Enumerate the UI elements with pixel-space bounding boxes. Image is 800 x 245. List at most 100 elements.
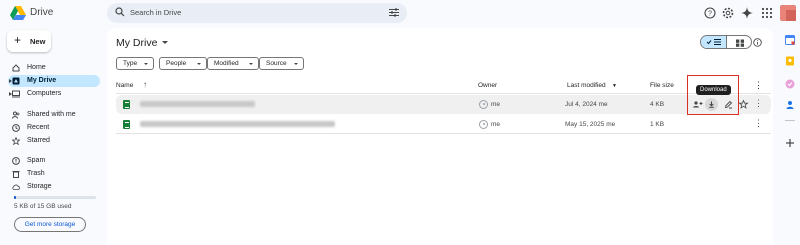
- chevron-down-icon: [197, 63, 201, 65]
- calendar-icon[interactable]: [785, 35, 795, 45]
- filter-chip-label: Type: [123, 60, 138, 67]
- owner-cell: me: [491, 101, 501, 108]
- sort-ascending-icon[interactable]: ↑: [143, 80, 147, 89]
- sidebar-item-trash[interactable]: Trash: [8, 168, 100, 180]
- filter-chip-source[interactable]: Source: [259, 57, 304, 70]
- plus-icon: +: [14, 33, 22, 47]
- tasks-icon[interactable]: [785, 79, 795, 89]
- my-drive-icon: [12, 77, 20, 85]
- owner-cell: me: [491, 121, 501, 128]
- column-header-last-modified[interactable]: Last modified: [567, 82, 606, 89]
- sidebar-item-computers[interactable]: Computers: [8, 88, 100, 100]
- chevron-down-icon: [249, 63, 253, 65]
- app-title[interactable]: Drive: [30, 7, 53, 18]
- file-size-cell: 1 KB: [650, 121, 665, 128]
- keep-icon[interactable]: [785, 56, 795, 66]
- sidebar-item-label: Spam: [27, 157, 46, 164]
- last-modified-cell: Jul 4, 2024 me: [565, 101, 608, 108]
- sheets-file-icon: [123, 100, 130, 109]
- computer-icon: [12, 90, 20, 98]
- sidebar-item-shared-with-me[interactable]: Shared with me: [8, 109, 100, 121]
- column-header-name[interactable]: Name: [116, 82, 133, 89]
- table-row[interactable]: me Jul 4, 2024 me 4 KB ⋮: [116, 95, 771, 114]
- contacts-icon[interactable]: [785, 100, 795, 110]
- svg-text:?: ?: [708, 11, 712, 18]
- settings-icon[interactable]: [722, 7, 734, 19]
- sidebar-item-label: Trash: [27, 170, 45, 177]
- filter-chip-type[interactable]: Type: [116, 57, 154, 70]
- column-header-owner[interactable]: Owner: [478, 82, 497, 89]
- apps-grid-icon[interactable]: [761, 7, 773, 19]
- search-options-icon[interactable]: [389, 8, 399, 17]
- star-icon: [12, 137, 20, 145]
- title-dropdown-icon[interactable]: [162, 41, 168, 44]
- more-actions-icon[interactable]: ⋮: [754, 119, 763, 128]
- sidebar-item-starred[interactable]: Starred: [8, 135, 100, 147]
- storage-usage-fill: [14, 196, 16, 199]
- list-view-button[interactable]: [701, 36, 727, 48]
- storage-usage-text: 5 KB of 15 GB used: [14, 203, 72, 210]
- get-more-storage-button[interactable]: Get more storage: [14, 217, 86, 232]
- sidebar-item-my-drive[interactable]: My Drive: [8, 75, 100, 87]
- side-panel-rail: [780, 28, 800, 245]
- sidebar-item-label: Shared with me: [27, 111, 76, 118]
- annotation-highlight-box: [687, 75, 739, 115]
- last-modified-cell: May 15, 2025 me: [565, 121, 616, 128]
- sidebar-item-recent[interactable]: Recent: [8, 122, 100, 134]
- help-icon[interactable]: ?: [704, 7, 716, 19]
- file-name-redacted[interactable]: [140, 121, 335, 127]
- filter-chip-people[interactable]: People: [159, 57, 207, 70]
- divider: [116, 93, 771, 94]
- clock-icon: [12, 124, 20, 132]
- sidebar-item-label: Computers: [27, 90, 62, 97]
- file-size-cell: 4 KB: [650, 101, 665, 108]
- avatar: [479, 120, 488, 129]
- avatar: [479, 100, 488, 109]
- divider: [785, 120, 795, 121]
- search-bar[interactable]: Search in Drive: [107, 3, 407, 23]
- file-name-redacted[interactable]: [140, 101, 255, 107]
- add-addon-icon[interactable]: [785, 138, 795, 148]
- view-toggle: [700, 35, 752, 49]
- star-icon[interactable]: [738, 99, 749, 110]
- cloud-icon: [12, 184, 20, 190]
- account-avatar[interactable]: [780, 5, 796, 21]
- search-input[interactable]: Search in Drive: [130, 8, 181, 17]
- more-actions-icon[interactable]: ⋮: [754, 99, 763, 108]
- grid-view-icon: [736, 39, 744, 47]
- search-icon[interactable]: [115, 7, 125, 17]
- sidebar-item-label: Recent: [27, 124, 50, 131]
- list-view-icon: [706, 39, 721, 45]
- shared-icon: [12, 111, 20, 119]
- filter-chip-label: Modified: [214, 60, 239, 67]
- trash-icon: [12, 171, 20, 178]
- sheets-file-icon: [123, 120, 130, 129]
- filter-chip-label: Source: [266, 60, 287, 67]
- more-options-icon[interactable]: ⋮: [754, 80, 763, 91]
- grid-view-button[interactable]: [727, 36, 751, 48]
- chevron-down-icon: [144, 63, 148, 65]
- sort-descending-icon[interactable]: ▼: [612, 83, 617, 89]
- spam-icon: [12, 157, 20, 165]
- chevron-down-icon: [294, 63, 298, 65]
- column-header-file-size[interactable]: File size: [650, 82, 674, 89]
- sidebar-item-home[interactable]: Home: [8, 62, 100, 74]
- sidebar-item-label: Home: [27, 64, 46, 71]
- sidebar-item-label: Starred: [27, 137, 50, 144]
- new-button-label: New: [30, 37, 46, 46]
- home-icon: [12, 64, 20, 72]
- new-button[interactable]: + New: [7, 30, 51, 52]
- drive-logo-icon[interactable]: [10, 6, 26, 20]
- sidebar-item-label: Storage: [27, 183, 52, 190]
- info-icon[interactable]: [753, 38, 762, 47]
- filter-chip-label: People: [166, 60, 187, 67]
- gemini-icon[interactable]: [741, 7, 753, 19]
- main-panel: My Drive Type People Modified Source Nam…: [107, 28, 773, 245]
- sidebar-item-storage[interactable]: Storage: [8, 181, 100, 193]
- filter-chip-modified[interactable]: Modified: [207, 57, 259, 70]
- top-bar: Drive Search in Drive ?: [0, 0, 800, 28]
- storage-usage-bar: [14, 196, 96, 199]
- sidebar-item-spam[interactable]: Spam: [8, 155, 100, 167]
- page-title[interactable]: My Drive: [116, 37, 157, 49]
- table-row[interactable]: me May 15, 2025 me 1 KB ⋮: [116, 115, 771, 134]
